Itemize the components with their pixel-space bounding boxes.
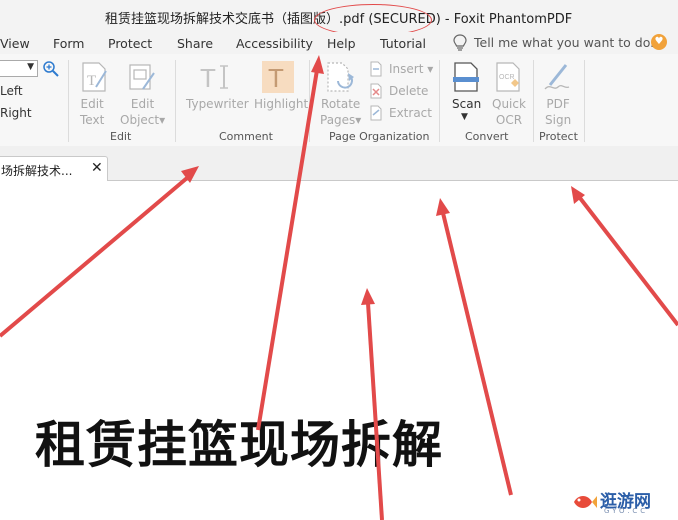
quick-ocr-icon: OCR (496, 62, 520, 92)
rotate-pages-icon (327, 62, 354, 92)
close-icon[interactable]: ✕ (91, 160, 103, 176)
edit-object-button[interactable]: Edit Object▾ (120, 96, 165, 128)
group-separator (309, 60, 310, 142)
group-separator (68, 60, 69, 142)
rotate-pages-button[interactable]: Rotate Pages▾ (320, 96, 361, 128)
group-separator (175, 60, 176, 142)
align-right-button[interactable]: Right (0, 106, 32, 120)
pdf-sign-button[interactable]: PDF Sign (545, 96, 571, 128)
zoom-in-icon[interactable] (42, 60, 60, 78)
highlight-icon: T (262, 61, 294, 93)
group-label-convert: Convert (465, 130, 509, 143)
align-left-button[interactable]: Left (0, 84, 23, 98)
menu-protect[interactable]: Protect (108, 36, 152, 51)
svg-text:T: T (87, 73, 96, 89)
chevron-down-icon[interactable]: ▼ (461, 112, 468, 122)
edit-text-button[interactable]: Edit Text (80, 96, 104, 128)
document-tab-label: 场拆解技术... (1, 164, 73, 178)
extract-icon (370, 105, 382, 121)
tell-me-placeholder: Tell me what you want to do.. (474, 35, 659, 50)
insert-button[interactable]: Insert ▾ (389, 62, 433, 76)
scan-button[interactable]: Scan (452, 96, 481, 112)
highlight-button[interactable]: Highlight (254, 96, 308, 112)
pdf-sign-icon (544, 64, 570, 90)
edit-object-icon (129, 64, 155, 90)
extract-button[interactable]: Extract (389, 106, 432, 120)
menu-accessibility[interactable]: Accessibility (236, 36, 313, 51)
watermark-subtext: GYO.CC (604, 507, 649, 515)
menu-form[interactable]: Form (53, 36, 85, 51)
svg-text:T: T (200, 63, 216, 92)
typewriter-icon: T (200, 63, 228, 92)
delete-button[interactable]: Delete (389, 84, 428, 98)
svg-text:OCR: OCR (499, 74, 515, 81)
menu-share[interactable]: Share (177, 36, 213, 51)
edit-text-icon: T (82, 62, 107, 92)
insert-icon (370, 61, 382, 77)
svg-text:T: T (268, 63, 284, 93)
group-separator (533, 60, 534, 142)
delete-icon (370, 83, 382, 99)
font-size-dropdown[interactable]: ▼ (0, 60, 38, 77)
watermark-logo: 逛游网 GYO.CC (570, 484, 678, 520)
quick-ocr-button[interactable]: Quick OCR (492, 96, 526, 128)
document-heading: 租赁挂篮现场拆解 (35, 415, 443, 474)
menu-tutorial[interactable]: Tutorial (380, 36, 426, 51)
menu-view[interactable]: View (0, 36, 30, 51)
group-label-comment: Comment (219, 130, 273, 143)
lightbulb-icon (453, 34, 467, 51)
typewriter-button[interactable]: Typewriter (186, 96, 249, 112)
group-separator (439, 60, 440, 142)
group-label-protect: Protect (539, 130, 578, 143)
heart-icon[interactable]: ♥ (651, 34, 667, 50)
watermark-fish-icon (574, 496, 597, 508)
group-label-edit: Edit (110, 130, 132, 143)
group-label-page-organization: Page Organization (329, 130, 430, 143)
chevron-down-icon: ▼ (27, 62, 34, 72)
scan-icon (453, 62, 479, 92)
group-separator (584, 60, 585, 142)
menu-help[interactable]: Help (327, 36, 356, 51)
document-tab[interactable]: 场拆解技术... ✕ (0, 156, 108, 181)
